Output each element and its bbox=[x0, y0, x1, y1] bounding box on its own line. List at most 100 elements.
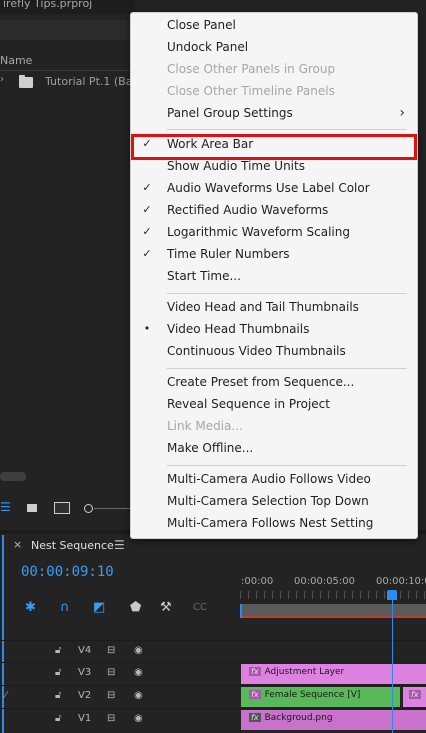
clip-label: Adjustment Layer bbox=[264, 667, 345, 677]
lock-icon[interactable]: 🔓︎ bbox=[55, 667, 61, 678]
time-ruler[interactable]: :00:00 00:00:05:00 00:00:10:0 bbox=[240, 576, 426, 590]
menu-item-label: Close Other Panels in Group bbox=[167, 62, 336, 76]
menu-item-label: Show Audio Time Units bbox=[167, 159, 305, 173]
menu-item-multicam-audio-follows-video[interactable]: Multi-Camera Audio Follows Video bbox=[131, 469, 417, 491]
menu-item-undock-panel[interactable]: Undock Panel bbox=[131, 37, 417, 59]
zoom-slider-track[interactable] bbox=[94, 508, 134, 509]
nest-toggle-icon[interactable]: ✱ bbox=[25, 600, 36, 615]
menu-item-video-head-and-tail-thumbnails[interactable]: Video Head and Tail Thumbnails bbox=[131, 297, 417, 319]
clip-background[interactable]: fx Backgroud.png bbox=[241, 710, 426, 730]
project-search-bar[interactable] bbox=[0, 20, 135, 40]
menu-item-start-time[interactable]: Start Time... bbox=[131, 266, 417, 288]
snap-magnet-icon[interactable]: ∩ bbox=[60, 600, 70, 615]
menu-item-label: Time Ruler Numbers bbox=[167, 247, 290, 261]
menu-item-close-panel[interactable]: Close Panel bbox=[131, 15, 417, 37]
menu-separator bbox=[167, 129, 407, 130]
menu-item-close-other-timeline-panels: Close Other Timeline Panels bbox=[131, 81, 417, 103]
lock-icon[interactable]: 🔓︎ bbox=[55, 645, 61, 656]
sequence-tab-title[interactable]: Nest Sequence bbox=[31, 539, 114, 552]
clip-next[interactable]: fx bbox=[403, 687, 426, 707]
menu-item-continuous-video-thumbnails[interactable]: Continuous Video Thumbnails bbox=[131, 341, 417, 363]
project-column-header[interactable]: Name bbox=[0, 52, 135, 71]
menu-item-label: Audio Waveforms Use Label Color bbox=[167, 181, 370, 195]
menu-item-rectified-audio-waveforms[interactable]: ✓ Rectified Audio Waveforms bbox=[131, 200, 417, 222]
menu-item-multicam-follows-nest-setting[interactable]: Multi-Camera Follows Nest Setting bbox=[131, 513, 417, 535]
menu-item-label: Panel Group Settings bbox=[167, 106, 293, 120]
track-v1: 🔓︎ V1 ⊟ ◉ fx Backgroud.png bbox=[0, 708, 426, 731]
name-column-label: Name bbox=[0, 54, 33, 67]
project-folder-row[interactable]: › Tutorial Pt.1 (Bac bbox=[0, 72, 139, 94]
menu-separator bbox=[167, 368, 407, 369]
menu-item-time-ruler-numbers[interactable]: ✓ Time Ruler Numbers bbox=[131, 244, 417, 266]
fx-badge-icon: fx bbox=[409, 690, 421, 699]
eye-icon[interactable]: ◉ bbox=[134, 645, 143, 656]
menu-item-panel-group-settings[interactable]: Panel Group Settings › bbox=[131, 103, 417, 125]
eye-icon[interactable]: ◉ bbox=[134, 713, 143, 724]
render-status-bar bbox=[241, 616, 426, 618]
project-horizontal-scrollbar[interactable] bbox=[0, 472, 26, 481]
list-view-icon[interactable]: ☰ bbox=[0, 500, 11, 514]
linked-selection-icon[interactable]: ◩ bbox=[93, 600, 105, 615]
panel-menu-icon[interactable]: ☰ bbox=[114, 538, 125, 552]
menu-item-audio-waveforms-label-color[interactable]: ✓ Audio Waveforms Use Label Color bbox=[131, 178, 417, 200]
folder-icon bbox=[19, 75, 33, 88]
menu-item-show-audio-time-units[interactable]: Show Audio Time Units bbox=[131, 156, 417, 178]
add-marker-icon[interactable]: ⬟ bbox=[130, 600, 141, 615]
menu-item-label: Reveal Sequence in Project bbox=[167, 397, 330, 411]
menu-item-label: Video Head Thumbnails bbox=[167, 322, 310, 336]
lock-icon[interactable]: 🔓︎ bbox=[55, 690, 61, 701]
fx-badge-icon: fx bbox=[249, 690, 261, 699]
menu-item-label: Multi-Camera Selection Top Down bbox=[167, 494, 369, 508]
menu-item-label: Close Panel bbox=[167, 18, 236, 32]
menu-item-label: Link Media... bbox=[167, 419, 243, 433]
menu-item-label: Continuous Video Thumbnails bbox=[167, 344, 346, 358]
menu-item-label: Undock Panel bbox=[167, 40, 249, 54]
radio-dot-icon: • bbox=[143, 322, 151, 335]
clip-adjustment-layer[interactable]: fx Adjustment Layer bbox=[241, 664, 426, 684]
track-name[interactable]: V1 bbox=[78, 713, 91, 724]
wrench-settings-icon[interactable]: ⚒ bbox=[160, 600, 172, 615]
track-name[interactable]: V3 bbox=[78, 667, 91, 678]
menu-item-create-preset-from-sequence[interactable]: Create Preset from Sequence... bbox=[131, 372, 417, 394]
eye-icon[interactable]: ◉ bbox=[134, 667, 143, 678]
captions-icon[interactable]: CC bbox=[193, 602, 207, 613]
menu-item-multicam-selection-top-down[interactable]: Multi-Camera Selection Top Down bbox=[131, 491, 417, 513]
fx-badge-icon: fx bbox=[249, 713, 261, 722]
timeline-panel-context-menu: Close Panel Undock Panel Close Other Pan… bbox=[130, 12, 418, 539]
playhead-line[interactable] bbox=[392, 598, 393, 733]
menu-item-label: Rectified Audio Waveforms bbox=[167, 203, 329, 217]
track-name[interactable]: V2 bbox=[78, 690, 91, 701]
playhead-timecode[interactable]: 00:00:09:10 bbox=[21, 564, 114, 580]
zoom-slider-handle[interactable] bbox=[84, 504, 93, 513]
menu-item-reveal-sequence-in-project[interactable]: Reveal Sequence in Project bbox=[131, 394, 417, 416]
work-area-bar[interactable] bbox=[241, 604, 426, 616]
menu-item-make-offline[interactable]: Make Offline... bbox=[131, 438, 417, 460]
lock-icon[interactable]: 🔓︎ bbox=[55, 713, 61, 724]
check-mark-icon: ✓ bbox=[142, 247, 152, 260]
track-name[interactable]: V4 bbox=[78, 645, 91, 656]
menu-item-logarithmic-waveform-scaling[interactable]: ✓ Logarithmic Waveform Scaling bbox=[131, 222, 417, 244]
clip-label: Female Sequence [V] bbox=[264, 690, 361, 700]
icon-view-icon[interactable] bbox=[27, 504, 37, 512]
menu-item-label: Video Head and Tail Thumbnails bbox=[167, 300, 359, 314]
menu-separator bbox=[167, 293, 407, 294]
disclosure-arrow-icon[interactable]: › bbox=[0, 74, 4, 85]
track-target-icon[interactable]: ⁄ bbox=[5, 690, 7, 701]
eye-icon[interactable]: ◉ bbox=[134, 690, 143, 701]
sync-lock-icon[interactable]: ⊟ bbox=[107, 690, 115, 701]
project-bottom-toolbar: ☰ bbox=[0, 496, 135, 522]
check-mark-icon: ✓ bbox=[142, 203, 152, 216]
clip-female-sequence[interactable]: fx Female Sequence [V] bbox=[241, 687, 400, 707]
sync-lock-icon[interactable]: ⊟ bbox=[107, 713, 115, 724]
close-tab-icon[interactable]: × bbox=[13, 538, 22, 551]
in-point-marker[interactable] bbox=[240, 604, 242, 618]
menu-item-label: Make Offline... bbox=[167, 441, 254, 455]
sync-lock-icon[interactable]: ⊟ bbox=[107, 667, 115, 678]
ruler-label: :00:00 bbox=[241, 576, 274, 587]
menu-item-label: Create Preset from Sequence... bbox=[167, 375, 355, 389]
track-v3: 🔓︎ V3 ⊟ ◉ fx Adjustment Layer bbox=[0, 662, 426, 685]
freeform-view-icon[interactable] bbox=[54, 502, 70, 514]
sync-lock-icon[interactable]: ⊟ bbox=[107, 645, 115, 656]
menu-item-video-head-thumbnails[interactable]: • Video Head Thumbnails bbox=[131, 319, 417, 341]
check-mark-icon: ✓ bbox=[142, 225, 152, 238]
